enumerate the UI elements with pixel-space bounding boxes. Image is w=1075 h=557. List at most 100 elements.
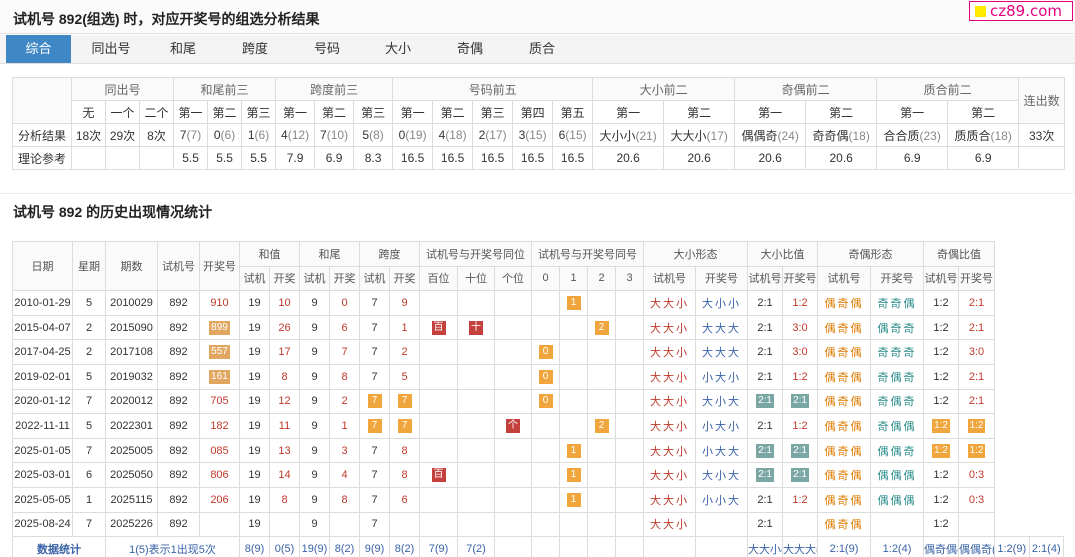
table-cell: 1:2: [923, 314, 960, 341]
value-tag: 0: [538, 394, 553, 409]
table-row: 2025-08-24 7 2025226 892 19 9 7 大大小 2:1 偶奇偶 1:2: [12, 511, 1064, 538]
table-cell: 206: [199, 486, 240, 513]
table-cell: 2025-08-24: [12, 511, 73, 538]
sub-header: 试机: [359, 265, 390, 292]
table-cell: 9: [299, 437, 330, 464]
value-tag: 1: [566, 492, 581, 507]
table-cell: 7: [359, 486, 390, 513]
table-cell: 13: [269, 437, 300, 464]
table-cell: [419, 413, 458, 439]
table-cell: 2:1: [782, 462, 819, 488]
table-cell: [457, 511, 495, 538]
table-cell: 偶奇偶: [817, 486, 872, 513]
result-value: 7: [179, 128, 187, 142]
tab-overview[interactable]: 综合: [6, 35, 71, 63]
table-cell: 19: [239, 314, 270, 341]
table-cell: 892: [157, 363, 200, 390]
table-cell: 182: [199, 413, 240, 439]
column-header: 和值: [239, 241, 300, 267]
table-cell: [587, 339, 617, 365]
table-cell: [695, 511, 749, 538]
table-cell: 19: [239, 486, 270, 513]
value-tag: 7: [397, 394, 412, 409]
table-cell: 1:2: [958, 437, 996, 464]
result-cell: 2(17): [472, 123, 514, 147]
stats-cell: 9(9): [359, 536, 390, 557]
stats-cell: 1:2(4): [870, 536, 925, 557]
table-cell: [615, 462, 645, 488]
table-cell: 19: [239, 511, 270, 538]
sub-header: 开奖: [389, 265, 420, 292]
stats-cell: 大大小(9): [747, 536, 784, 557]
tab-big-small[interactable]: 大小: [365, 35, 431, 63]
table-cell: 2:1: [747, 339, 784, 365]
table-cell: [559, 314, 589, 341]
table-cell: 1:2: [923, 290, 960, 316]
table-cell: 892: [157, 511, 200, 538]
table-cell: 2:1: [747, 437, 784, 464]
table-cell: [587, 486, 617, 513]
result-value: 4: [281, 128, 288, 142]
table-cell: 12: [269, 388, 300, 415]
reference-cell: [71, 146, 106, 170]
table-cell: 1:2: [923, 363, 960, 390]
table-cell: 7: [389, 388, 420, 415]
table-cell: 偶奇偶: [817, 363, 872, 390]
table-cell: 9: [299, 314, 330, 341]
reference-cell: [1018, 146, 1066, 170]
table-cell: 6: [72, 462, 106, 488]
table-cell: 2019032: [105, 363, 158, 390]
table-cell: [457, 437, 495, 464]
tab-prime-composite[interactable]: 质合: [509, 35, 575, 63]
site-logo[interactable]: cz89.com: [969, 1, 1073, 21]
table-cell: 2015090: [105, 314, 158, 341]
result-value: 1: [247, 128, 255, 142]
table-cell: 5: [389, 363, 420, 390]
table-cell: [782, 511, 819, 538]
stats-label: 数据统计: [12, 536, 106, 557]
table-cell: 大大小: [643, 486, 697, 513]
table-cell: 0: [531, 339, 561, 365]
reference-cell: 16.5: [472, 146, 514, 170]
sub-header: 第二: [432, 100, 474, 124]
table-cell: 偶奇偶: [817, 388, 872, 415]
stats-cell: 偶奇偶(9): [923, 536, 960, 557]
sub-header: 开奖: [329, 265, 360, 292]
group-header: 大小前二: [592, 77, 736, 101]
table-cell: 6: [389, 486, 420, 513]
table-cell: 2: [72, 314, 106, 341]
tab-odd-even[interactable]: 奇偶: [437, 35, 503, 63]
table-cell: 1:2: [958, 413, 996, 439]
table-cell: 2:1: [747, 511, 784, 538]
table-cell: 2025005: [105, 437, 158, 464]
sub-header: 第三: [472, 100, 514, 124]
table-cell: 大大小: [643, 339, 697, 365]
value-tag: 7: [367, 394, 382, 409]
result-cell: 18次: [71, 123, 106, 147]
sub-header: 第一: [592, 100, 665, 124]
table-cell: 1:2: [923, 388, 960, 415]
tab-sum-tail[interactable]: 和尾: [150, 35, 216, 63]
table-cell: 2:1: [747, 486, 784, 513]
table-cell: 892: [157, 339, 200, 365]
table-cell: [559, 339, 589, 365]
value-tag: 2:1: [791, 468, 809, 483]
tab-numbers[interactable]: 号码: [294, 35, 360, 63]
column-header: 奇偶形态: [817, 241, 925, 267]
table-cell: 2: [587, 314, 617, 341]
value-tag: 0: [538, 369, 553, 384]
reference-cell: 6.9: [947, 146, 1020, 170]
value-tag: 2:1: [756, 468, 774, 483]
sub-header: 第二: [314, 100, 355, 124]
table-cell: 9: [299, 511, 330, 538]
tab-same-numbers[interactable]: 同出号: [77, 35, 145, 63]
reference-cell: 7.9: [275, 146, 316, 170]
tab-span[interactable]: 跨度: [222, 35, 288, 63]
analysis-result-row: 分析结果 18次 29次 8次 7(7) 0(6) 1(6) 4(12) 7(10) 5(8) 0(…: [12, 123, 1066, 147]
stats-cell: 8(2): [389, 536, 420, 557]
table-cell: 19: [239, 290, 270, 316]
table-cell: 9: [299, 413, 330, 439]
reference-cell: 20.6: [663, 146, 736, 170]
table-cell: [493, 339, 533, 365]
table-cell: 1:2: [782, 363, 819, 390]
